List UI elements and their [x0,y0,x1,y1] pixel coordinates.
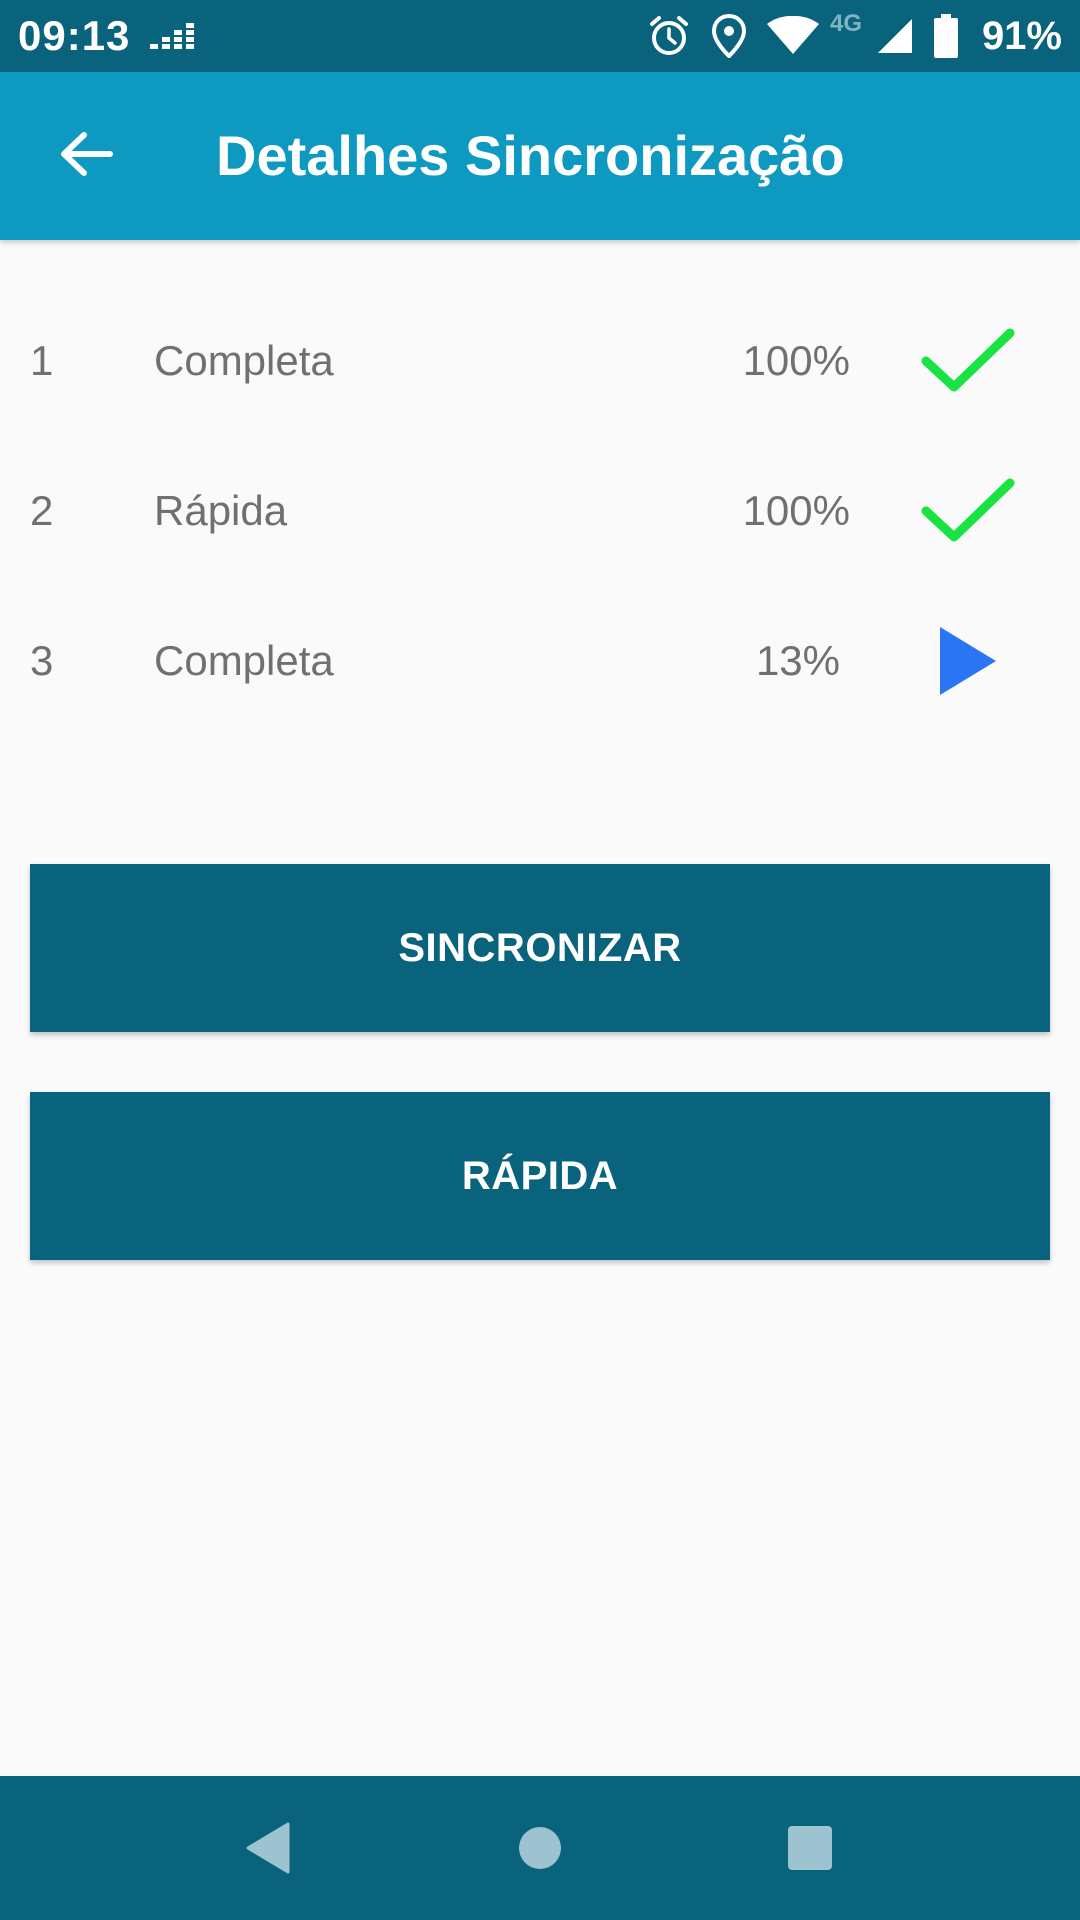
list-item: 2 Rápida 100% [0,436,1080,586]
nav-recents-button[interactable] [762,1800,858,1896]
nav-home-icon [519,1827,561,1869]
nav-back-icon [246,1822,290,1874]
signal-icon [876,0,914,72]
app-bar: Detalhes Sincronização [0,72,1080,240]
status-bar: 09:13 4G 91% [0,0,1080,72]
item-number: 1 [30,337,54,384]
list-item: 1 Completa 100% [0,286,1080,436]
page-title: Detalhes Sincronização [216,124,845,187]
nav-home-button[interactable] [492,1800,588,1896]
battery-icon [934,0,958,72]
deezer-icon [150,0,196,72]
item-name: Completa [154,337,334,384]
item-percent: 100% [742,487,850,534]
alarm-icon [648,0,690,72]
list-item: 3 Completa 13% [0,586,1080,736]
arrow-back-icon [61,132,113,176]
item-number: 3 [30,637,54,684]
item-name: Rápida [154,487,288,534]
item-number: 2 [30,487,54,534]
play-icon [920,613,1016,709]
item-name: Completa [154,637,334,684]
wifi-icon [766,0,820,72]
nav-recents-icon [788,1826,832,1870]
quick-sync-button[interactable]: RÁPIDA [30,1092,1050,1260]
item-percent: 100% [742,337,850,384]
back-button[interactable] [44,112,128,196]
network-type-text: 4G [830,10,863,37]
check-icon [920,463,1016,559]
check-icon [920,313,1016,409]
item-percent: 13% [755,637,840,684]
network-type-label: 4G [830,0,862,60]
status-time: 09:13 [18,12,131,59]
navigation-bar [0,1776,1080,1920]
nav-back-button[interactable] [220,1800,316,1896]
location-icon [712,0,746,72]
sync-button[interactable]: SINCRONIZAR [30,864,1050,1032]
battery-percent: 91% [981,14,1062,58]
